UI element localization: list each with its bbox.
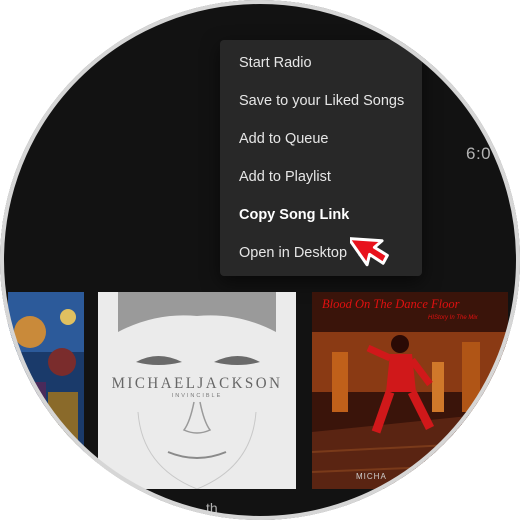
album-cover-title: Blood On The Dance Floor [322, 297, 460, 311]
album-cover-footer: MICHA [356, 472, 387, 481]
album-caption-partial: th [206, 500, 218, 516]
album-art-image [8, 292, 84, 489]
album-row: MICHAELJACKSON INVINCIBLE Blood On The D… [0, 292, 520, 492]
album-cover-title: MICHAELJACKSON [111, 375, 283, 393]
menu-item-start-radio[interactable]: Start Radio [220, 46, 422, 84]
menu-item-save-liked[interactable]: Save to your Liked Songs [220, 84, 422, 122]
menu-item-label: Open in Desktop [239, 245, 348, 261]
track-duration: 6:0 [466, 144, 492, 163]
menu-item-add-to-queue[interactable]: Add to Queue [220, 122, 422, 160]
spotify-window: 6:0 Start Radio Save to your Liked Songs… [0, 0, 520, 520]
album-cover-subtitle: HIStory In The Mix [428, 315, 478, 321]
album-cover[interactable]: MICHAELJACKSON INVINCIBLE [98, 292, 296, 489]
red-arrow-cursor-icon [347, 220, 394, 280]
menu-item-label: Add to Queue [239, 131, 329, 147]
menu-item-label: Add to Playlist [239, 169, 331, 185]
menu-item-label: Save to your Liked Songs [239, 93, 405, 109]
menu-item-label: Start Radio [239, 55, 312, 71]
album-cover-subtitle: INVINCIBLE [171, 393, 223, 399]
album-cover[interactable]: Blood On The Dance Floor HIStory In The … [312, 292, 508, 489]
album-cover[interactable] [8, 292, 84, 489]
menu-item-label: Copy Song Link [239, 207, 350, 223]
menu-item-add-to-playlist[interactable]: Add to Playlist [220, 160, 422, 198]
album-art-image [312, 292, 508, 489]
